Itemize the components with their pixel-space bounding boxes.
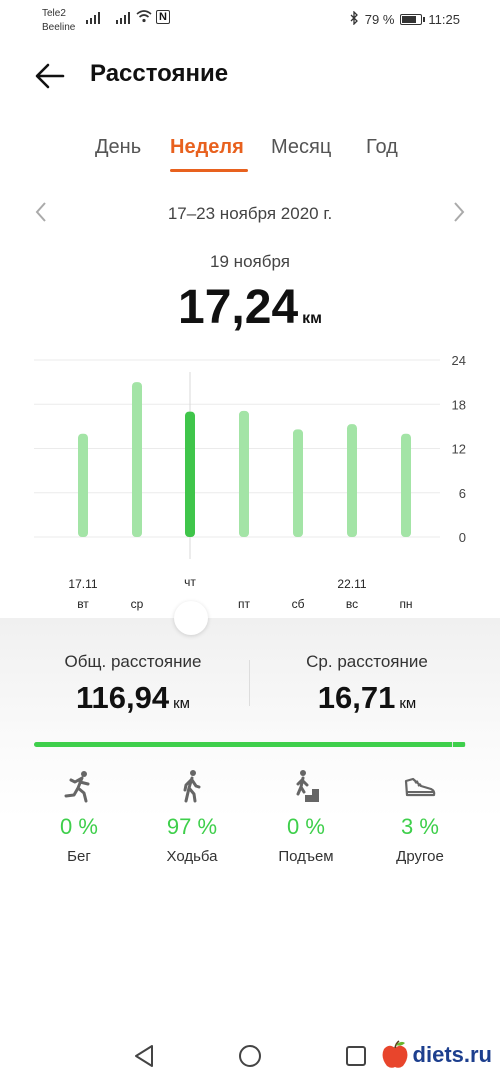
selected-distance-value: 17,24 [178,281,299,334]
battery-icon [400,14,426,25]
bluetooth-icon [350,10,359,28]
y-tick-label: 24 [452,353,466,368]
walking-label: Ходьба [166,848,218,865]
share-segment [453,742,465,747]
other-label: Другое [396,848,444,865]
day-label: вс [346,597,358,611]
signal-icon [116,10,130,24]
activity-running: 0 % Бег [29,768,129,865]
average-distance-label: Ср. расстояние [306,652,428,671]
other-percent: 3 % [401,814,439,839]
apple-logo-icon [382,1040,407,1068]
selected-distance-unit: км [302,310,322,327]
walking-percent: 97 % [166,814,218,839]
activity-share-bar [34,742,466,747]
day-label: пн [399,597,412,611]
share-segment [34,742,452,747]
active-tab-indicator [170,169,248,172]
total-distance-unit: км [173,695,190,712]
day-label: чт [184,575,196,589]
y-tick-label: 12 [452,442,466,457]
bar[interactable] [239,410,249,537]
tab-year[interactable]: Год [366,136,398,159]
y-tick-label: 18 [452,397,466,412]
period-tabs: День Неделя Месяц Год [0,136,500,176]
average-distance-value: 16,71 [317,680,396,715]
tab-month[interactable]: Месяц [271,136,331,159]
tab-day[interactable]: День [95,136,141,159]
carrier-2: Beeline [42,22,76,33]
date-label: 22.11 [337,577,366,591]
y-tick-label: 0 [459,530,466,545]
sneaker-icon [370,768,470,804]
carrier-1: Tele2 [42,8,66,19]
running-percent: 0 % [60,814,98,839]
climbing-icon [256,768,356,804]
bar[interactable] [401,433,411,537]
chevron-right-icon[interactable] [452,201,466,229]
selected-bar[interactable] [185,411,195,537]
selected-date: 19 ноября [210,252,290,271]
total-distance: Общ. расстояние 116,94 км [8,652,258,716]
clock: 11:25 [428,12,460,27]
average-distance: Ср. расстояние 16,71 км [242,652,492,716]
day-label: сб [292,597,305,611]
tab-week[interactable]: Неделя [170,136,244,159]
period-label: 17–23 ноября 2020 г. [167,204,333,223]
day-label: пт [238,597,250,611]
nav-recents-icon[interactable] [345,1045,367,1067]
diets-watermark: diets.ru [381,1040,492,1070]
walking-icon [142,768,242,804]
bar[interactable] [347,424,357,537]
total-distance-label: Общ. расстояние [64,652,202,671]
bar[interactable] [78,433,88,537]
y-tick-label: 6 [459,486,466,501]
date-label: 17.11 [68,577,97,591]
climbing-percent: 0 % [287,814,325,839]
day-label: ср [131,597,144,611]
day-label: вт [77,597,89,611]
activity-walking: 97 % Ходьба [142,768,242,865]
wifi-icon [136,9,152,26]
page-title: Расстояние [90,60,229,87]
status-bar: Tele2 Beeline N 79 % 11:25 [0,0,500,40]
running-label: Бег [67,848,91,865]
nav-back-icon[interactable] [133,1044,155,1068]
distance-bar-chart[interactable]: 24 18 12 6 0 вт 17.11 ср чт пт сб вс 22.11 пн [0,340,500,620]
battery-percent: 79 % [364,12,395,27]
watermark-text: diets.ru [412,1042,492,1067]
total-distance-value: 116,94 [76,680,170,715]
climbing-label: Подъем [278,848,334,865]
average-distance-unit: км [399,695,417,712]
bar[interactable] [293,429,303,537]
activity-climbing: 0 % Подъем [256,768,356,865]
activity-other: 3 % Другое [370,768,470,865]
nav-home-icon[interactable] [238,1044,262,1068]
selected-distance: 17,24 км [0,280,500,335]
carrier-names: Tele2 Beeline [42,7,75,35]
nfc-icon: N [156,10,170,24]
signal-icon [86,10,100,24]
status-right: 79 % 11:25 [350,10,460,28]
bar[interactable] [132,382,142,537]
chart-slider-handle[interactable] [174,601,208,635]
back-arrow-icon[interactable] [34,60,66,92]
running-icon [29,768,129,804]
